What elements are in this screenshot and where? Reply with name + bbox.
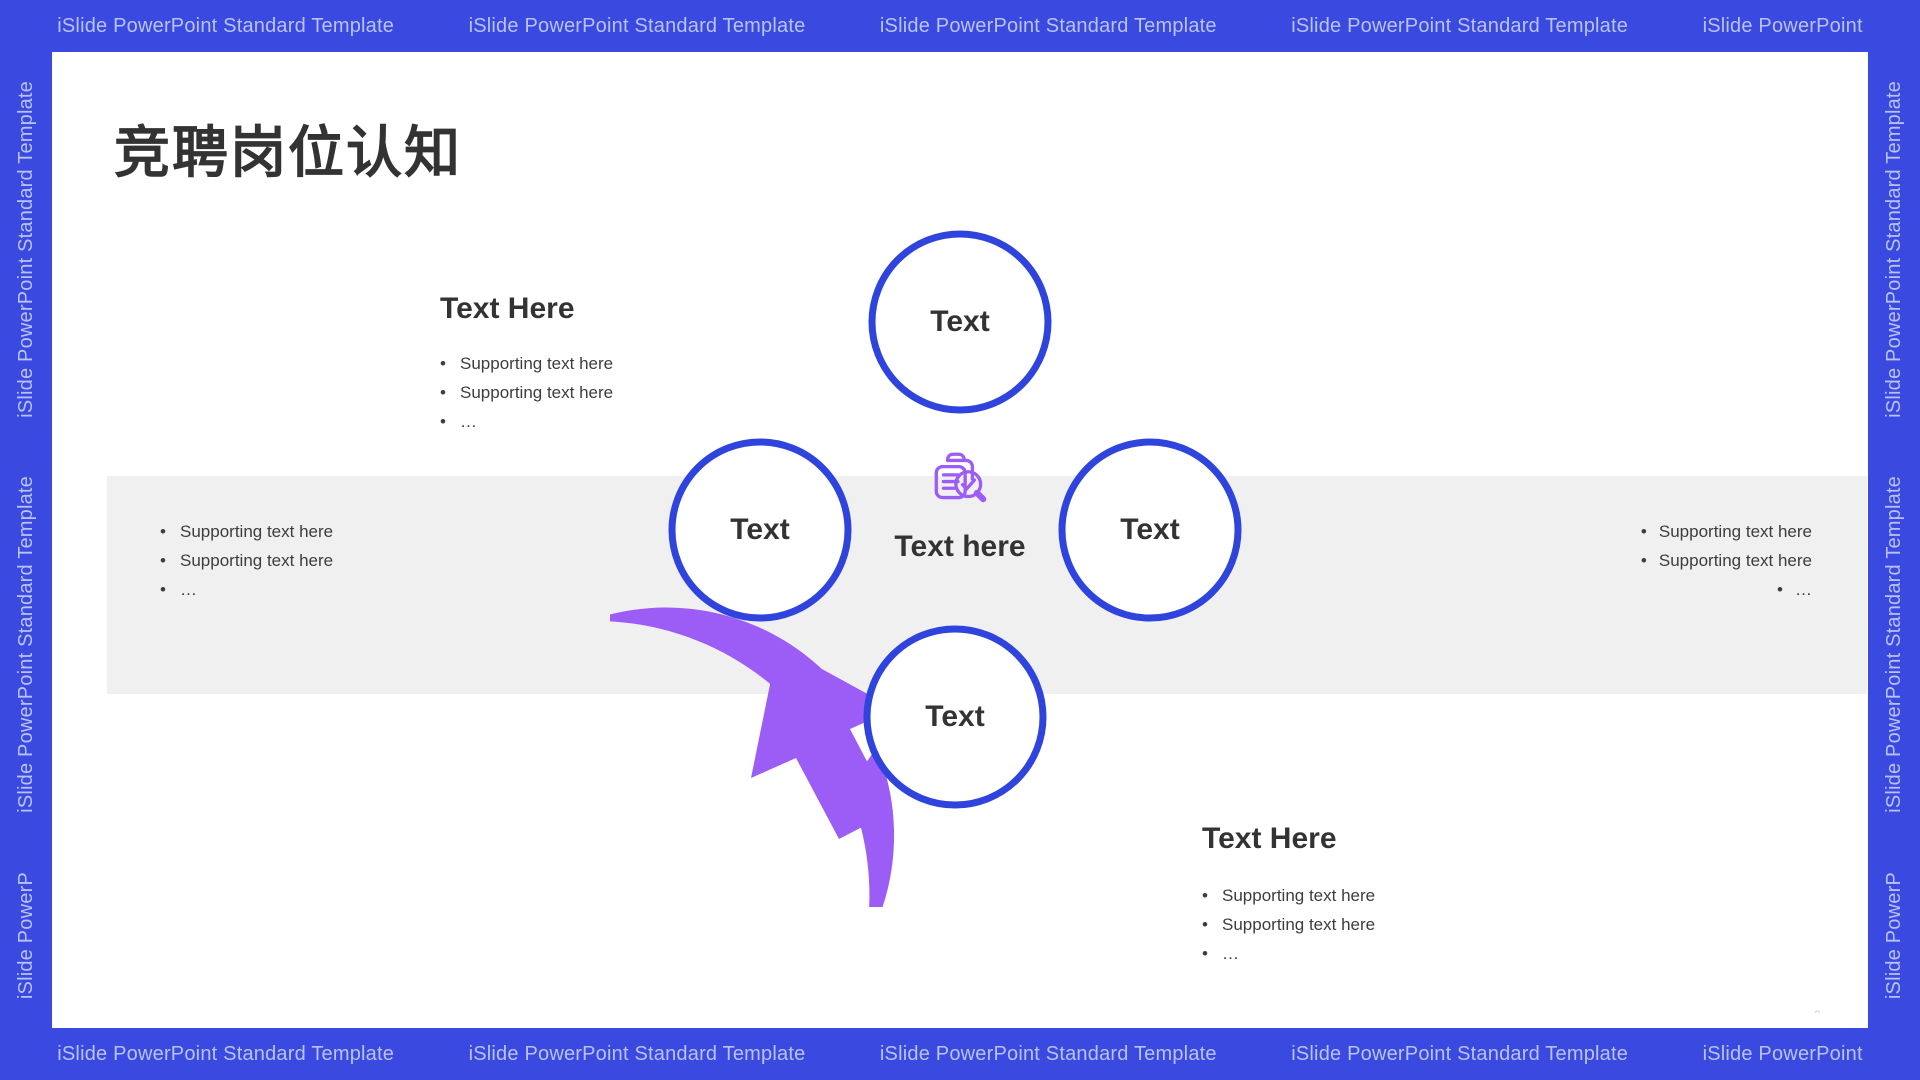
list-item-label: Supporting text here bbox=[180, 522, 334, 541]
text-block-mid-left: • Supporting text here • Supporting text h… bbox=[160, 518, 490, 605]
list-item: • Supporting text here bbox=[1482, 518, 1812, 547]
node-label-top: Text bbox=[930, 305, 990, 338]
list-item-label: … bbox=[1795, 579, 1812, 599]
list-item-label: Supporting text here bbox=[1658, 522, 1812, 541]
bullet-dot-icon: • bbox=[1777, 579, 1783, 599]
node-label-right: Text bbox=[1120, 513, 1180, 546]
watermark-text: iSlide PowerPoint Standard Template bbox=[879, 1042, 1217, 1065]
list-item-label: Supporting text here bbox=[180, 550, 334, 570]
list-item-label: … bbox=[180, 579, 197, 599]
diagram-center-label: Text here bbox=[894, 530, 1026, 563]
purple-arrow-ring bbox=[610, 607, 895, 907]
list-item: • Supporting text here bbox=[1202, 911, 1542, 940]
list-item-label: Supporting text here bbox=[460, 354, 614, 373]
bullet-dot-icon: • bbox=[440, 411, 446, 431]
list-item: •… bbox=[1202, 940, 1542, 969]
watermark-strip-top: iSlide PowerPoint Standard Template iSli… bbox=[0, 0, 1920, 52]
watermark-text: iSlide PowerPoint bbox=[1702, 14, 1863, 37]
node-label-left: Text bbox=[730, 513, 790, 546]
list-item-label: Supporting text here bbox=[1222, 914, 1376, 934]
list-item-label: Supporting text here bbox=[460, 382, 614, 402]
list-item: • Supporting text here bbox=[160, 518, 490, 547]
bullet-dot-icon: • bbox=[1640, 522, 1647, 541]
watermark-text: iSlide PowerPoint Standard Template bbox=[879, 14, 1217, 37]
bullet-list: • Supporting text here • Supporting text h… bbox=[1482, 518, 1812, 605]
bullet-dot-icon: • bbox=[160, 522, 166, 541]
watermark-text: iSlide PowerPoint Standard Template bbox=[57, 14, 395, 37]
bullet-dot-icon: • bbox=[1202, 914, 1208, 934]
list-item: • Supporting text here bbox=[1482, 547, 1812, 576]
watermark-text: iSlide PowerPoint Standard Template bbox=[1291, 14, 1629, 37]
bullet-list: • Supporting text here • Supporting text h… bbox=[160, 518, 490, 605]
watermark-strip-right: iSlide PowerPoint Standard Template iSli… bbox=[1868, 52, 1920, 1028]
watermark-text: iSlide PowerPoint Standard Template bbox=[468, 1042, 806, 1065]
list-item: •… bbox=[160, 576, 490, 605]
corner-mark: ᵔ bbox=[1814, 1006, 1820, 1022]
watermark-text: iSlide PowerPoint Standard Template bbox=[57, 1042, 395, 1065]
watermark-strip-left: iSlide PowerPoint Standard Template iSli… bbox=[0, 52, 52, 1028]
document-search-check-icon bbox=[927, 446, 993, 512]
bullet-dot-icon: • bbox=[1202, 943, 1208, 963]
slide-root: iSlide PowerPoint Standard Template iSli… bbox=[0, 0, 1920, 1080]
watermark-text: iSlide PowerP bbox=[1882, 871, 1905, 999]
list-item-label: Supporting text here bbox=[1658, 550, 1812, 570]
list-item: •… bbox=[1482, 576, 1812, 605]
watermark-text: iSlide PowerPoint Standard Template bbox=[1291, 1042, 1629, 1065]
cycle-diagram: Text here Text Text Text Text bbox=[610, 207, 1310, 907]
watermark-strip-bottom: iSlide PowerPoint Standard Template iSli… bbox=[0, 1028, 1920, 1080]
list-item-label: … bbox=[460, 411, 477, 431]
watermark-text: iSlide PowerP bbox=[14, 871, 37, 999]
page-title: 竞聘岗位认知 bbox=[114, 120, 462, 184]
list-item: • Supporting text here bbox=[160, 547, 490, 576]
bullet-dot-icon: • bbox=[440, 354, 446, 373]
bullet-dot-icon: • bbox=[1640, 550, 1647, 570]
watermark-text: iSlide PowerPoint Standard Template bbox=[14, 476, 37, 814]
text-block-mid-right: • Supporting text here • Supporting text h… bbox=[1482, 518, 1812, 605]
list-item-label: … bbox=[1222, 943, 1239, 963]
bullet-dot-icon: • bbox=[440, 382, 446, 402]
bullet-dot-icon: • bbox=[160, 550, 166, 570]
watermark-text: iSlide PowerPoint bbox=[1702, 1042, 1863, 1065]
node-label-bottom: Text bbox=[925, 700, 985, 733]
watermark-text: iSlide PowerPoint Standard Template bbox=[14, 81, 37, 419]
watermark-text: iSlide PowerPoint Standard Template bbox=[1882, 81, 1905, 419]
watermark-text: iSlide PowerPoint Standard Template bbox=[468, 14, 806, 37]
bullet-dot-icon: • bbox=[160, 579, 166, 599]
slide-canvas: 竞聘岗位认知 Text Here • Supporting text here •… bbox=[52, 52, 1868, 1028]
watermark-text: iSlide PowerPoint Standard Template bbox=[1882, 476, 1905, 814]
